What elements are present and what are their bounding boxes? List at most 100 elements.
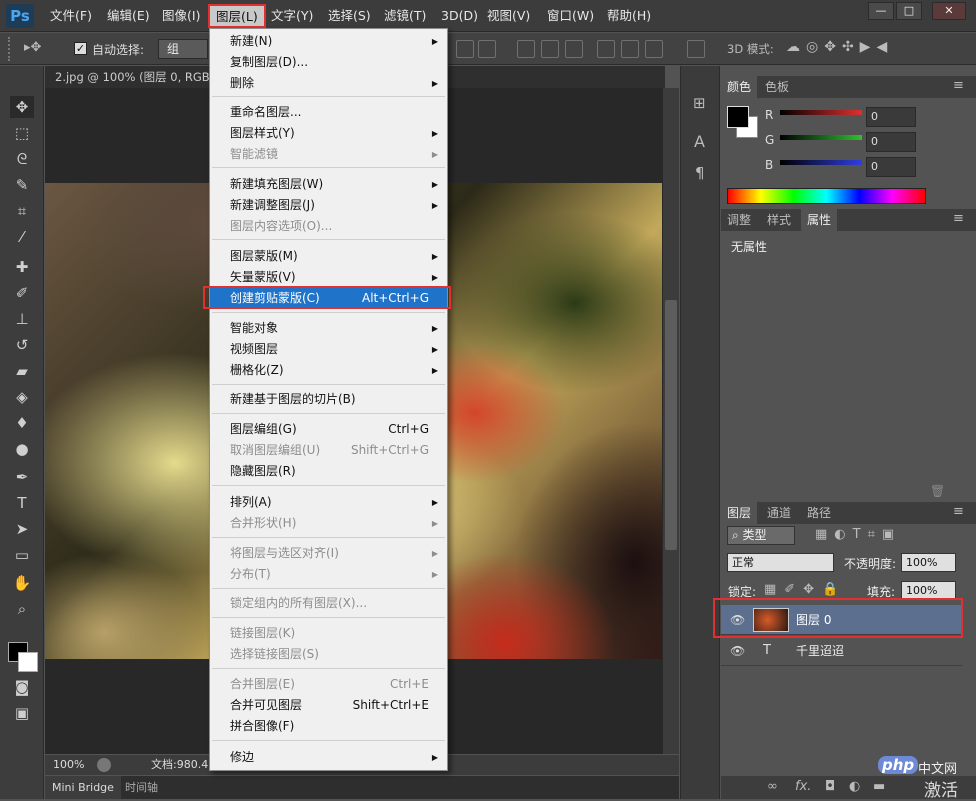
- r-value-input[interactable]: 0: [866, 107, 916, 127]
- menu-item-video-layer[interactable]: 视频图层 ▶: [210, 339, 447, 360]
- menu-item-rename-layer[interactable]: 重命名图层...: [210, 102, 447, 123]
- screen-mode-icon[interactable]: ▣: [10, 702, 34, 724]
- layer-filter-dropdown[interactable]: ⌕ 类型: [727, 526, 795, 545]
- distribute-icon[interactable]: [645, 40, 663, 58]
- distribute-icon[interactable]: [541, 40, 559, 58]
- scrollbar-thumb[interactable]: [665, 300, 677, 550]
- g-slider[interactable]: [780, 135, 862, 140]
- tab-swatches[interactable]: 色板: [759, 76, 795, 98]
- menu-item-vector-mask[interactable]: 矢量蒙版(V) ▶: [210, 267, 447, 288]
- brush-tool-icon[interactable]: ✐: [10, 282, 34, 304]
- auto-select-checkbox[interactable]: ✓: [74, 42, 87, 55]
- blend-mode-dropdown[interactable]: 正常: [727, 553, 834, 572]
- type-tool-icon[interactable]: T: [10, 492, 34, 514]
- align-icon[interactable]: [456, 40, 474, 58]
- tab-properties[interactable]: 属性: [801, 209, 838, 231]
- crop-tool-icon[interactable]: ⌗: [10, 200, 34, 222]
- layer-name[interactable]: 千里迢迢: [796, 636, 844, 666]
- lasso-tool-icon[interactable]: ᘓ: [10, 148, 34, 170]
- blur-tool-icon[interactable]: ♦: [10, 412, 34, 434]
- distribute-icon[interactable]: [597, 40, 615, 58]
- b-slider[interactable]: [780, 160, 862, 165]
- menu-window[interactable]: 窗口(W): [547, 0, 594, 32]
- fx-icon[interactable]: fx.: [795, 779, 811, 794]
- menu-item-matting[interactable]: 修边 ▶: [210, 747, 447, 768]
- layer-filter-icons[interactable]: ▦◐T⌗▣: [815, 527, 901, 542]
- link-icon[interactable]: ∞: [767, 779, 778, 794]
- menu-item-layer-mask[interactable]: 图层蒙版(M) ▶: [210, 246, 447, 267]
- tab-styles[interactable]: 样式: [761, 209, 797, 231]
- menu-image[interactable]: 图像(I): [162, 0, 200, 32]
- menu-item-flatten-image[interactable]: 拼合图像(F): [210, 716, 447, 737]
- menu-file[interactable]: 文件(F): [50, 0, 92, 32]
- menu-item-smart-object[interactable]: 智能对象 ▶: [210, 318, 447, 339]
- zoom-level[interactable]: 100%: [53, 755, 84, 775]
- hand-tool-icon[interactable]: ✋: [10, 572, 34, 594]
- minimize-button[interactable]: —: [868, 2, 894, 20]
- stamp-tool-icon[interactable]: ⊥: [10, 308, 34, 330]
- tab-mini-bridge[interactable]: Mini Bridge: [45, 776, 121, 799]
- tab-paths[interactable]: 路径: [801, 502, 837, 524]
- menu-item-delete[interactable]: 删除 ▶: [210, 73, 447, 94]
- panel-menu-icon[interactable]: ≡: [953, 78, 964, 93]
- menu-item-rasterize[interactable]: 栅格化(Z) ▶: [210, 360, 447, 381]
- close-button[interactable]: ✕: [932, 2, 966, 20]
- eyedropper-icon[interactable]: ⁄: [10, 226, 34, 248]
- menu-item-arrange[interactable]: 排列(A) ▶: [210, 492, 447, 513]
- trash-icon[interactable]: 🗑: [930, 484, 945, 498]
- menu-help[interactable]: 帮助(H): [607, 0, 651, 32]
- tab-timeline[interactable]: 时间轴: [125, 776, 158, 799]
- path-select-icon[interactable]: ➤: [10, 518, 34, 540]
- eye-icon[interactable]: 👁: [730, 636, 745, 666]
- quick-select-icon[interactable]: ✎: [10, 174, 34, 196]
- history-panel-icon[interactable]: ⊞: [693, 94, 706, 112]
- menu-layer[interactable]: 图层(L): [208, 4, 266, 28]
- auto-select-dropdown[interactable]: 组: [158, 39, 208, 59]
- eraser-tool-icon[interactable]: ▰: [10, 360, 34, 382]
- mask-icon[interactable]: ◘: [825, 779, 835, 794]
- dodge-tool-icon[interactable]: ●: [10, 438, 34, 460]
- pen-tool-icon[interactable]: ✒: [10, 466, 34, 488]
- background-color-swatch[interactable]: [18, 652, 38, 672]
- auto-align-icon[interactable]: [687, 40, 705, 58]
- lock-icons[interactable]: ▦✐✥🔒: [764, 582, 846, 597]
- opacity-input[interactable]: 100%: [901, 553, 956, 572]
- group-icon[interactable]: ▬: [873, 779, 885, 794]
- 3d-tools-icon[interactable]: ☁◎✥✣▶◀: [786, 39, 893, 55]
- r-slider[interactable]: [780, 110, 862, 115]
- g-value-input[interactable]: 0: [866, 132, 916, 152]
- panel-menu-icon[interactable]: ≡: [953, 504, 964, 519]
- character-panel-icon[interactable]: A: [694, 132, 705, 151]
- paint-bucket-icon[interactable]: ◈: [10, 386, 34, 408]
- menu-item-group-layers[interactable]: 图层编组(G) Ctrl+G: [210, 419, 447, 440]
- b-value-input[interactable]: 0: [866, 157, 916, 177]
- menu-item-new-fill-layer[interactable]: 新建填充图层(W) ▶: [210, 174, 447, 195]
- menu-item-new-layer-slice[interactable]: 新建基于图层的切片(B): [210, 389, 447, 410]
- layer-row[interactable]: 👁 T 千里迢迢: [721, 636, 962, 666]
- color-spectrum[interactable]: [727, 188, 926, 204]
- healing-brush-icon[interactable]: ✚: [10, 256, 34, 278]
- move-tool-icon[interactable]: ✥: [10, 96, 34, 118]
- menu-item-merge-visible[interactable]: 合并可见图层 Shift+Ctrl+E: [210, 695, 447, 716]
- foreground-swatch[interactable]: [727, 106, 749, 128]
- adjustment-icon[interactable]: ◐: [849, 779, 860, 794]
- move-tool-icon[interactable]: ▸✥: [24, 40, 41, 55]
- tab-color[interactable]: 颜色: [721, 76, 758, 98]
- menu-item-layer-style[interactable]: 图层样式(Y) ▶: [210, 123, 447, 144]
- menu-item-duplicate-layer[interactable]: 复制图层(D)...: [210, 52, 447, 73]
- menu-item-hide-layers[interactable]: 隐藏图层(R): [210, 461, 447, 482]
- maximize-button[interactable]: □: [896, 2, 922, 20]
- status-menu-icon[interactable]: [97, 758, 111, 772]
- menu-item-new-adjustment-layer[interactable]: 新建调整图层(J) ▶: [210, 195, 447, 216]
- distribute-icon[interactable]: [565, 40, 583, 58]
- tab-adjustments[interactable]: 调整: [721, 209, 757, 231]
- menu-view[interactable]: 视图(V): [487, 0, 530, 32]
- tab-layers[interactable]: 图层: [721, 502, 758, 524]
- quick-mask-icon[interactable]: ◙: [10, 676, 34, 698]
- marquee-tool-icon[interactable]: ⬚: [10, 122, 34, 144]
- distribute-icon[interactable]: [517, 40, 535, 58]
- panel-menu-icon[interactable]: ≡: [953, 211, 964, 226]
- tab-channels[interactable]: 通道: [761, 502, 797, 524]
- distribute-icon[interactable]: [621, 40, 639, 58]
- history-brush-icon[interactable]: ↺: [10, 334, 34, 356]
